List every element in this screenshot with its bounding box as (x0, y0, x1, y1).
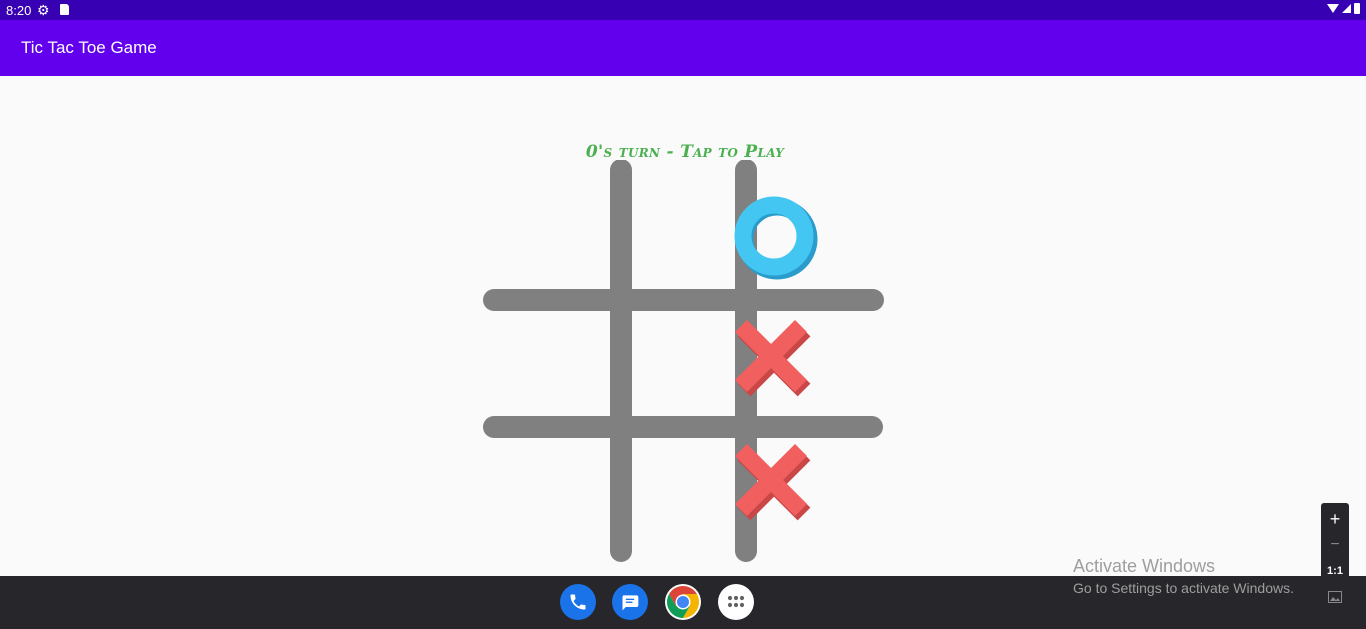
zoom-in-button[interactable]: + (1321, 506, 1349, 532)
turn-label: 0's turn - Tap to Play (585, 142, 785, 162)
board-cell-0-0[interactable] (482, 160, 607, 285)
phone-icon[interactable] (560, 584, 596, 620)
zoom-out-button[interactable]: − (1321, 532, 1349, 558)
board-cell-1-0[interactable] (482, 300, 607, 425)
board-cell-1-1[interactable] (622, 300, 747, 425)
zoom-reset-button[interactable]: 1:1 (1321, 558, 1349, 584)
status-icons (1327, 3, 1360, 14)
messages-icon[interactable] (612, 584, 648, 620)
chrome-icon[interactable] (665, 584, 701, 620)
wifi-icon (1327, 4, 1339, 13)
status-time: 8:20 (6, 3, 32, 18)
board-cell-2-0[interactable] (482, 437, 607, 562)
sd-card-icon (60, 4, 69, 15)
signal-icon (1342, 4, 1351, 13)
app-drawer-icon[interactable] (718, 584, 754, 620)
zoom-controls: + − 1:1 (1321, 503, 1349, 611)
board-cell-1-2[interactable] (758, 300, 883, 425)
activate-windows-title: Activate Windows (1073, 556, 1216, 576)
game-board (482, 160, 884, 562)
screenshot-icon[interactable] (1321, 584, 1349, 610)
app-bar: Tic Tac Toe Game (0, 20, 1366, 76)
board-cell-0-1[interactable] (622, 160, 747, 285)
app-title: Tic Tac Toe Game (21, 38, 157, 57)
board-cell-0-2[interactable] (758, 160, 883, 285)
battery-icon (1354, 3, 1360, 14)
activate-windows-subtitle: Go to Settings to activate Windows. (1073, 580, 1294, 596)
status-bar: 8:20 ⚙ (0, 0, 1366, 20)
board-cell-2-1[interactable] (622, 437, 747, 562)
settings-icon: ⚙ (37, 2, 50, 18)
board-cell-2-2[interactable] (758, 437, 883, 562)
